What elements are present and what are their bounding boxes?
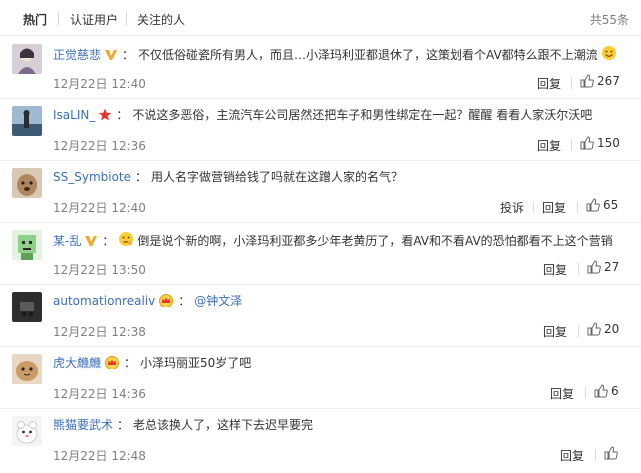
- tab-divider: [58, 12, 59, 25]
- avatar[interactable]: [12, 44, 42, 74]
- thumbs-up-icon: [587, 322, 601, 336]
- divider: [578, 325, 579, 337]
- crown-icon: [158, 293, 174, 311]
- tab-hot[interactable]: 热门: [23, 11, 47, 28]
- comment-item: IsaLIN_：不说这多恶俗，主流汽车公司居然还把车子和男性绑定在一起？醒醒 看…: [0, 99, 641, 161]
- like-count: 267: [597, 74, 620, 88]
- comment-text: 老总该换人了，这样下去迟早要完: [133, 418, 314, 432]
- divider: [595, 449, 596, 461]
- like-button[interactable]: 20: [587, 322, 619, 336]
- divider: [585, 387, 586, 399]
- thumbs-up-icon: [580, 74, 594, 88]
- comment-time: 12月22日 12:40: [53, 77, 146, 91]
- comment-text: 不说这多恶俗，主流汽车公司居然还把车子和男性绑定在一起？醒醒 看看人家沃尔沃吧: [132, 108, 593, 122]
- reply-button[interactable]: 回复: [550, 385, 574, 402]
- comment-item: automationrealiv： @钟文泽 12月22日 12:38 回复 20: [0, 285, 641, 347]
- reply-button[interactable]: 回复: [560, 447, 584, 464]
- comment-text: 用人名字做营销给钱了吗就在这蹭人家的名气？: [151, 170, 404, 184]
- avatar[interactable]: [12, 416, 42, 446]
- divider: [571, 139, 572, 151]
- reply-button[interactable]: 回复: [537, 137, 561, 154]
- comment-item: SS_Symbiote：用人名字做营销给钱了吗就在这蹭人家的名气？ 12月22日…: [0, 161, 641, 223]
- reply-button[interactable]: 回复: [537, 75, 561, 92]
- comment-time: 12月22日 12:48: [53, 449, 146, 463]
- reply-button[interactable]: 回复: [542, 199, 566, 216]
- avatar[interactable]: [12, 230, 42, 260]
- mention-link[interactable]: @钟文泽: [194, 294, 242, 308]
- comment-item: 某-乱：倒是说个新的啊，小泽玛利亚都多少年老黄历了，看AV和不看AV的恐怕都看不…: [0, 223, 641, 285]
- tab-verified-users[interactable]: 认证用户: [70, 11, 118, 28]
- avatar[interactable]: [12, 168, 42, 198]
- like-count: 20: [604, 322, 620, 336]
- thumbs-up-icon: [594, 384, 608, 398]
- username[interactable]: 正觉慈悲: [53, 48, 101, 62]
- comment-time: 12月22日 12:38: [53, 325, 146, 339]
- comment-item: 虎大虪虪：小泽玛丽亚50岁了吧 12月22日 14:36 回复 6: [0, 347, 641, 409]
- like-button[interactable]: [604, 446, 621, 460]
- like-button[interactable]: 6: [594, 384, 619, 398]
- tab-following[interactable]: 关注的人: [137, 11, 185, 28]
- comment-item: 正觉慈悲：不仅低俗碰瓷所有男人，而且…小泽玛利亚都退休了，这策划看个AV都特么跟…: [0, 37, 641, 99]
- divider: [578, 263, 579, 275]
- comment-time: 12月22日 13:50: [53, 263, 146, 277]
- red-star-icon: [98, 108, 112, 125]
- avatar[interactable]: [12, 106, 42, 136]
- smiley-icon: [601, 45, 617, 65]
- avatar[interactable]: [12, 354, 42, 384]
- crown-icon: [104, 355, 120, 373]
- like-count: 65: [603, 198, 619, 212]
- comment-time: 12月22日 12:36: [53, 139, 146, 153]
- username[interactable]: SS_Symbiote: [53, 170, 131, 184]
- username[interactable]: 熊猫要武术: [53, 418, 113, 432]
- username[interactable]: 某-乱: [53, 234, 81, 248]
- tab-divider: [126, 12, 127, 25]
- divider: [533, 201, 534, 213]
- like-button[interactable]: 150: [580, 136, 620, 150]
- comment-item: 熊猫要武术：老总该换人了，这样下去迟早要完 12月22日 12:48 回复: [0, 409, 641, 473]
- comment-text: 小泽玛丽亚50岁了吧: [140, 356, 252, 370]
- divider: [571, 77, 572, 89]
- comment-text: 倒是说个新的啊，小泽玛利亚都多少年老黄历了，看AV和不看AV的恐怕都看不上这个营…: [137, 234, 613, 248]
- reply-button[interactable]: 回复: [543, 261, 567, 278]
- username[interactable]: 虎大虪虪: [53, 356, 101, 370]
- comment-total-count: 共55条: [589, 13, 629, 27]
- thumbs-up-icon: [604, 446, 618, 460]
- like-button[interactable]: 27: [587, 260, 619, 274]
- v-gold-icon: [104, 49, 118, 65]
- thumbs-up-icon: [587, 260, 601, 274]
- like-count: 27: [604, 260, 620, 274]
- like-button[interactable]: 65: [586, 198, 618, 212]
- username[interactable]: IsaLIN_: [53, 108, 95, 122]
- comment-time: 12月22日 12:40: [53, 201, 146, 215]
- divider: [577, 201, 578, 213]
- avatar[interactable]: [12, 292, 42, 322]
- username[interactable]: automationrealiv: [53, 294, 155, 308]
- thumbs-up-icon: [580, 136, 594, 150]
- comment-time: 12月22日 14:36: [53, 387, 146, 401]
- comment-text: 不仅低俗碰瓷所有男人，而且…小泽玛利亚都退休了，这策划看个AV都特么跟不上潮流: [138, 48, 598, 62]
- like-count: 6: [611, 384, 619, 398]
- thinking-icon: [118, 231, 134, 251]
- like-count: 150: [597, 136, 620, 150]
- report-button[interactable]: 投诉: [500, 199, 524, 216]
- like-button[interactable]: 267: [580, 74, 620, 88]
- v-gold-icon: [84, 235, 98, 251]
- reply-button[interactable]: 回复: [543, 323, 567, 340]
- comment-tabs: 热门 认证用户 关注的人 共55条: [0, 0, 641, 36]
- thumbs-up-icon: [586, 198, 600, 212]
